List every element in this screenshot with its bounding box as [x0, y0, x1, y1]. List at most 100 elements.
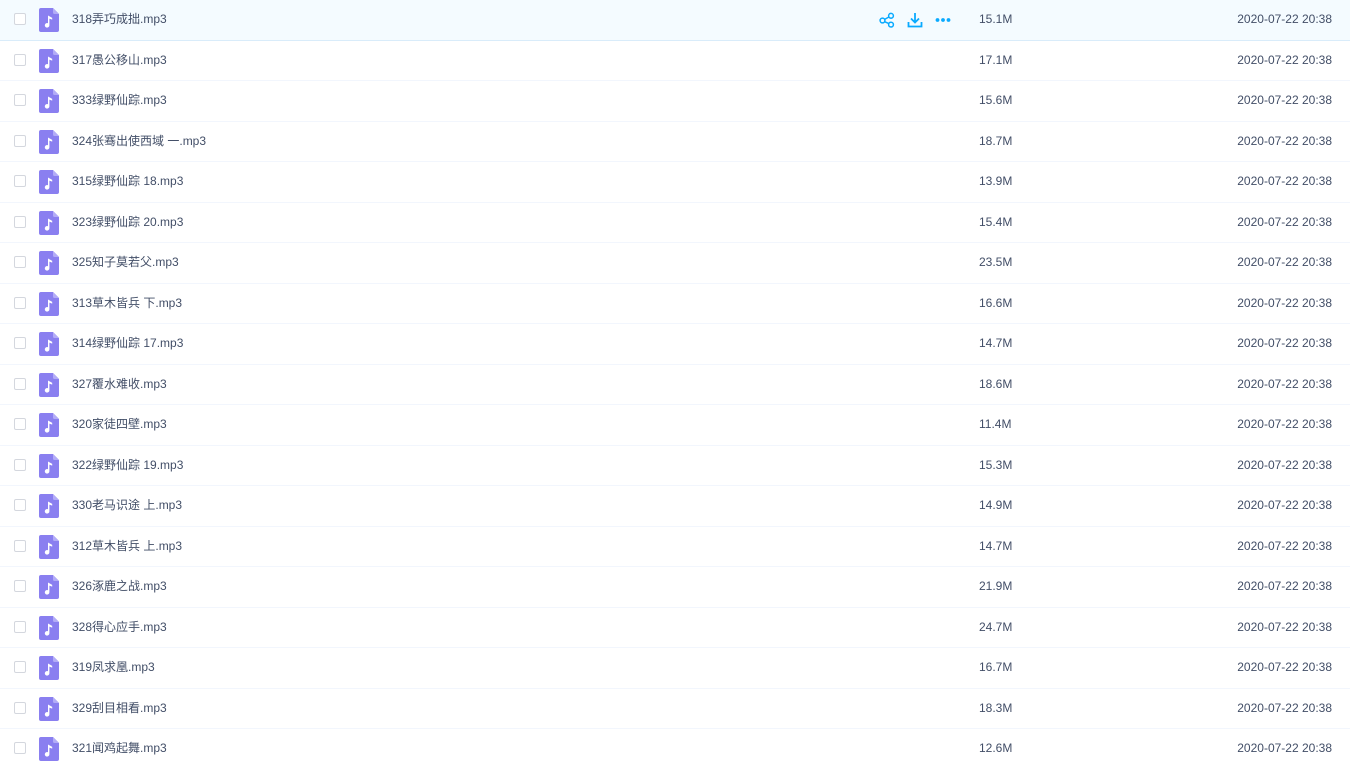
row-checkbox[interactable]	[14, 13, 26, 25]
audio-file-icon	[39, 656, 59, 680]
file-row[interactable]: 320家徒四壁.mp3 11.4M 2020-07-22 20:38	[0, 405, 1350, 446]
file-modified-time: 2020-07-22 20:38	[1237, 295, 1332, 310]
file-row[interactable]: 314绿野仙踪 17.mp3 14.7M 2020-07-22 20:38	[0, 324, 1350, 365]
file-size: 15.1M	[979, 12, 1013, 26]
file-size: 17.1M	[979, 52, 1013, 67]
row-checkbox[interactable]	[14, 580, 26, 592]
file-name[interactable]: 326涿鹿之战.mp3	[72, 579, 167, 593]
file-name[interactable]: 315绿野仙踪 18.mp3	[72, 174, 183, 188]
file-name[interactable]: 328得心应手.mp3	[72, 620, 167, 634]
row-checkbox[interactable]	[14, 661, 26, 673]
file-name[interactable]: 323绿野仙踪 20.mp3	[72, 215, 183, 229]
file-row[interactable]: 324张骞出使西域 一.mp3 18.7M 2020-07-22 20:38	[0, 122, 1350, 162]
file-modified-time: 2020-07-22 20:38	[1237, 538, 1332, 553]
file-size: 13.9M	[979, 174, 1013, 188]
file-size: 15.4M	[979, 214, 1013, 229]
file-name[interactable]: 319凤求凰.mp3	[72, 660, 155, 674]
download-icon[interactable]	[906, 11, 924, 29]
file-row[interactable]: 329刮目相看.mp3 18.3M 2020-07-22 20:38	[0, 689, 1350, 729]
file-name[interactable]: 312草木皆兵 上.mp3	[72, 539, 182, 553]
audio-file-icon	[39, 8, 59, 32]
file-modified-time: 2020-07-22 20:38	[1237, 376, 1332, 391]
file-row[interactable]: 328得心应手.mp3 24.7M 2020-07-22 20:38	[0, 608, 1350, 648]
file-row[interactable]: 313草木皆兵 下.mp3 16.6M 2020-07-22 20:38	[0, 284, 1350, 324]
file-name[interactable]: 325知子莫若父.mp3	[72, 255, 179, 269]
file-name[interactable]: 313草木皆兵 下.mp3	[72, 296, 182, 310]
row-checkbox[interactable]	[14, 742, 26, 754]
file-name[interactable]: 327覆水难收.mp3	[72, 377, 167, 391]
file-row[interactable]: 333绿野仙踪.mp3 15.6M 2020-07-22 20:38	[0, 81, 1350, 122]
file-name[interactable]: 330老马识途 上.mp3	[72, 498, 182, 512]
row-checkbox[interactable]	[14, 53, 26, 66]
row-checkbox[interactable]	[14, 539, 26, 552]
file-size: 21.9M	[979, 579, 1013, 593]
file-name[interactable]: 314绿野仙踪 17.mp3	[72, 336, 183, 350]
file-modified-time: 2020-07-22 20:38	[1237, 52, 1332, 67]
file-row[interactable]: 330老马识途 上.mp3 14.9M 2020-07-22 20:38	[0, 486, 1350, 527]
file-row[interactable]: 321闻鸡起舞.mp3 12.6M 2020-07-22 20:38	[0, 729, 1350, 766]
file-name[interactable]: 318弄巧成拙.mp3	[72, 12, 167, 26]
file-row[interactable]: 325知子莫若父.mp3 23.5M 2020-07-22 20:38	[0, 243, 1350, 284]
file-row[interactable]: 322绿野仙踪 19.mp3 15.3M 2020-07-22 20:38	[0, 446, 1350, 486]
audio-file-icon	[39, 615, 59, 640]
audio-file-icon	[39, 575, 59, 599]
file-size: 12.6M	[979, 741, 1013, 755]
file-name[interactable]: 324张骞出使西域 一.mp3	[72, 134, 206, 148]
row-checkbox[interactable]	[14, 175, 26, 187]
file-row[interactable]: 327覆水难收.mp3 18.6M 2020-07-22 20:38	[0, 365, 1350, 405]
file-modified-time: 2020-07-22 20:38	[1237, 579, 1332, 593]
file-row[interactable]: 312草木皆兵 上.mp3 14.7M 2020-07-22 20:38	[0, 527, 1350, 567]
file-row[interactable]: 319凤求凰.mp3 16.7M 2020-07-22 20:38	[0, 648, 1350, 689]
audio-file-icon	[39, 210, 59, 235]
file-modified-time: 2020-07-22 20:38	[1237, 255, 1332, 269]
file-modified-time: 2020-07-22 20:38	[1237, 214, 1332, 229]
file-name[interactable]: 322绿野仙踪 19.mp3	[72, 458, 183, 472]
file-row[interactable]: 315绿野仙踪 18.mp3 13.9M 2020-07-22 20:38	[0, 162, 1350, 203]
file-size: 15.6M	[979, 93, 1013, 107]
audio-file-icon	[39, 413, 59, 437]
audio-file-icon	[39, 494, 59, 518]
file-row[interactable]: 326涿鹿之战.mp3 21.9M 2020-07-22 20:38	[0, 567, 1350, 608]
file-modified-time: 2020-07-22 20:38	[1237, 457, 1332, 472]
row-checkbox[interactable]	[14, 94, 26, 106]
row-checkbox[interactable]	[14, 296, 26, 309]
row-checkbox[interactable]	[14, 256, 26, 268]
file-size: 11.4M	[979, 417, 1012, 431]
row-checkbox[interactable]	[14, 499, 26, 511]
row-checkbox[interactable]	[14, 337, 26, 349]
more-icon[interactable]	[934, 11, 952, 29]
audio-file-icon	[39, 372, 59, 397]
audio-file-icon	[39, 291, 59, 316]
file-name[interactable]: 317愚公移山.mp3	[72, 53, 167, 67]
file-name[interactable]: 329刮目相看.mp3	[72, 701, 167, 715]
file-modified-time: 2020-07-22 20:38	[1237, 336, 1332, 350]
file-row[interactable]: 323绿野仙踪 20.mp3 15.4M 2020-07-22 20:38	[0, 203, 1350, 243]
file-name[interactable]: 321闻鸡起舞.mp3	[72, 741, 167, 755]
row-checkbox[interactable]	[14, 377, 26, 390]
audio-file-icon	[39, 453, 59, 478]
file-size: 15.3M	[979, 457, 1013, 472]
file-size: 14.9M	[979, 498, 1013, 512]
file-size: 18.3M	[979, 700, 1013, 715]
row-checkbox[interactable]	[14, 215, 26, 228]
file-name[interactable]: 320家徒四壁.mp3	[72, 417, 167, 431]
audio-file-icon	[39, 332, 59, 356]
row-checkbox[interactable]	[14, 620, 26, 633]
row-checkbox[interactable]	[14, 458, 26, 471]
file-size: 14.7M	[979, 336, 1013, 350]
file-modified-time: 2020-07-22 20:38	[1237, 417, 1332, 431]
audio-file-icon	[39, 696, 59, 721]
share-icon[interactable]	[878, 11, 896, 29]
file-modified-time: 2020-07-22 20:38	[1237, 93, 1332, 107]
file-modified-time: 2020-07-22 20:38	[1237, 174, 1332, 188]
file-row[interactable]: 317愚公移山.mp3 17.1M 2020-07-22 20:38	[0, 41, 1350, 81]
row-checkbox[interactable]	[14, 134, 26, 147]
row-checkbox[interactable]	[14, 701, 26, 714]
file-modified-time: 2020-07-22 20:38	[1237, 700, 1332, 715]
file-row[interactable]: 318弄巧成拙.mp3 15.1M 2020-07-22 20:38	[0, 0, 1350, 41]
row-actions	[876, 11, 956, 29]
file-size: 16.6M	[979, 295, 1013, 310]
row-checkbox[interactable]	[14, 418, 26, 430]
file-modified-time: 2020-07-22 20:38	[1237, 12, 1332, 26]
file-name[interactable]: 333绿野仙踪.mp3	[72, 93, 167, 107]
